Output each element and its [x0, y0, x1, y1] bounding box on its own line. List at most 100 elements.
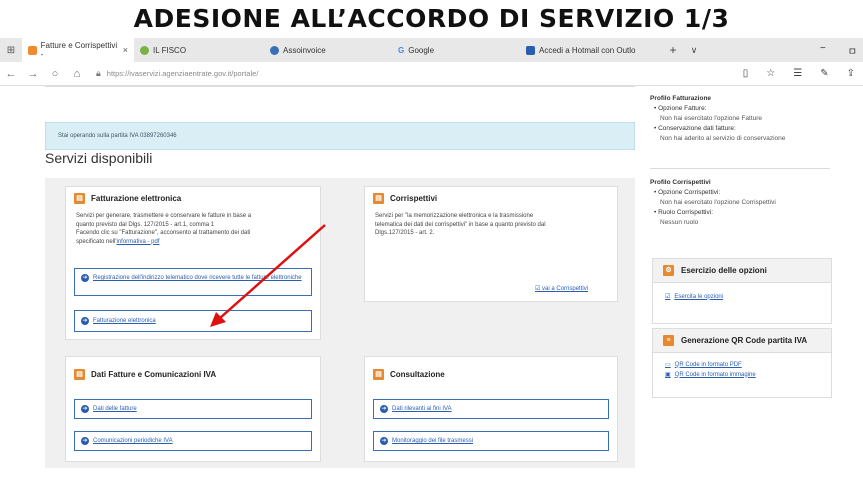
button-label: Monitoraggio dei file trasmessi [392, 438, 474, 444]
esercita-opzioni-link[interactable]: ☑ Esercita le opzioni [653, 283, 831, 301]
button-label: Dati rilevanti ai fini IVA [392, 406, 452, 412]
divider [45, 86, 635, 87]
card-description: Servizi per "la memorizzazione elettroni… [365, 204, 617, 238]
informativa-link[interactable]: informativa - pdf [117, 239, 160, 245]
favorite-star-icon[interactable]: ☆ [766, 68, 775, 79]
tab-actions-icon[interactable]: ⊞ [0, 45, 22, 56]
arrow-right-circle-icon: ➔ [380, 405, 388, 413]
pen-icon[interactable]: ✎ [820, 68, 828, 79]
qr-pdf-link[interactable]: ▭ QR Code in formato PDF [653, 353, 831, 369]
new-tab-button[interactable]: + [662, 43, 684, 57]
forward-arrow-icon[interactable]: → [22, 68, 44, 80]
tab-hotmail[interactable]: Accedi a Hotmail con Outlo [520, 38, 662, 62]
arrow-right-circle-icon: ➔ [81, 317, 89, 325]
image-icon: ▣ [665, 372, 671, 378]
text-line: telematica dei dati dei corrispettivi" i… [375, 221, 546, 228]
section-title: Servizi disponibili [45, 150, 153, 166]
address-bar-actions: ▯ ☆ ☰ ✎ ⇪ [743, 68, 863, 79]
monitoraggio-button[interactable]: ➔ Monitoraggio dei file trasmessi [373, 431, 609, 451]
arrow-right-circle-icon: ➔ [380, 437, 388, 445]
profile-item: • Opzione Corrispettivi: [654, 189, 721, 196]
arrow-right-circle-icon: ➔ [81, 437, 89, 445]
esercizio-opzioni-card: ⚙ Esercizio delle opzioni ☑ Esercita le op… [652, 258, 832, 324]
dati-fatture-button[interactable]: ➔ Dati delle fatture [74, 399, 312, 419]
tab-label: IL FISCO [153, 45, 187, 55]
qr-image-link[interactable]: ▣ QR Code in formato immagine [653, 368, 831, 379]
fatturazione-elettronica-button[interactable]: ➔ Fatturazione elettronica [74, 310, 312, 332]
card-title: Fatturazione elettronica [91, 194, 182, 203]
button-label: Registrazione dell'indirizzo telematico … [93, 275, 302, 281]
dati-rilevanti-button[interactable]: ➔ Dati rilevanti ai fini IVA [373, 399, 609, 419]
registrazione-button[interactable]: ➔ Registrazione dell'indirizzo telematic… [74, 268, 312, 296]
card-title: Esercizio delle opzioni [681, 266, 767, 275]
reading-view-icon[interactable]: ▯ [743, 68, 749, 79]
gear-icon: ⚙ [663, 265, 674, 276]
close-tab-icon[interactable]: × [123, 45, 128, 55]
maximize-button[interactable]: ㅁ [848, 43, 857, 58]
button-label: Fatturazione elettronica [93, 318, 156, 324]
tab-fatture[interactable]: Fatture e Corrispettivi - × [22, 38, 134, 62]
text-line: quanto previsto dal Dlgs. 127/2015 - art… [76, 221, 215, 228]
tab-label: Google [408, 45, 435, 55]
card-description: Servizi per generare, trasmettere e cons… [66, 204, 320, 246]
document-icon: ▤ [74, 193, 85, 204]
assoinvoice-favicon-icon [270, 45, 279, 55]
button-label: Comunicazioni periodiche IVA [93, 438, 173, 444]
qr-code-card: ≡ Generazione QR Code partita IVA ▭ QR Cod… [652, 328, 832, 398]
url-field[interactable]: 🔒︎ https://ivaservizi.agenziaentrate.gov… [96, 65, 656, 83]
item-value: Non hai esercitato l'opzione Corrispetti… [660, 199, 776, 206]
item-label: Ruolo Corrispettivi: [658, 209, 714, 216]
window-controls: − ㅁ [820, 43, 863, 58]
tab-assoinvoice[interactable]: Assoinvoice [264, 38, 392, 62]
divider [650, 168, 830, 169]
minimize-button[interactable]: − [820, 43, 826, 58]
arrow-right-circle-icon: ➔ [81, 274, 89, 282]
tab-ilfisco[interactable]: IL FISCO [134, 38, 264, 62]
text-line: Servizi per generare, trasmettere e cons… [76, 213, 252, 219]
card-title: Dati Fatture e Comunicazioni IVA [91, 370, 217, 379]
profile-item: • Opzione Fatture: [654, 105, 707, 112]
document-icon: ▤ [373, 193, 384, 204]
tab-list-chevron-icon[interactable]: ∨ [684, 45, 704, 56]
card-dati-fatture: ▤ Dati Fatture e Comunicazioni IVA ➔ Dati… [65, 356, 321, 462]
back-arrow-icon[interactable]: ← [0, 68, 22, 80]
home-icon[interactable]: ⌂ [66, 68, 88, 80]
link-label: QR Code in formato PDF [674, 361, 742, 368]
refresh-icon[interactable]: ○ [44, 68, 66, 80]
google-favicon-icon: G [398, 45, 405, 55]
link-label: vai a Corrispettivi [542, 286, 589, 292]
item-value: Nessun ruolo [660, 219, 699, 226]
text-line: Facendo clic su "Fatturazione", acconsen… [76, 230, 251, 236]
address-bar: ← → ○ ⌂ 🔒︎ https://ivaservizi.agenziaent… [0, 62, 863, 86]
lock-icon: 🔒︎ [96, 68, 101, 78]
text-line: specificato nell' [76, 238, 117, 245]
edit-icon: ☑ [665, 294, 671, 300]
item-label: Conservazione dati fatture: [658, 125, 736, 132]
card-consultazione: ▤ Consultazione ➔ Dati rilevanti ai fini … [364, 356, 618, 462]
card-title: Generazione QR Code partita IVA [681, 336, 808, 345]
text-line: Servizi per "la memorizzazione elettroni… [375, 213, 534, 219]
link-label: Esercita le opzioni [674, 293, 724, 300]
orange-favicon-icon [28, 45, 37, 55]
profile-item: • Conservazione dati fatture: [654, 125, 736, 132]
favorites-list-icon[interactable]: ☰ [793, 68, 802, 79]
profile-heading: Profilo Fatturazione [650, 95, 712, 102]
card-title: Corrispettivi [390, 194, 438, 203]
document-icon: ▤ [74, 369, 85, 380]
profile-item: • Ruolo Corrispettivi: [654, 209, 714, 216]
tab-google[interactable]: G Google [392, 38, 520, 62]
item-label: Opzione Corrispettivi: [658, 189, 721, 196]
share-icon[interactable]: ⇪ [847, 68, 855, 79]
page-content: Stai operando sulla partita IVA 03897260… [0, 86, 863, 478]
comunicazioni-iva-button[interactable]: ➔ Comunicazioni periodiche IVA [74, 431, 312, 451]
profile-heading: Profilo Corrispettivi [650, 179, 711, 186]
text-line: Dlgs.127/2015 - art. 2. [375, 230, 435, 236]
card-title: Consultazione [390, 370, 445, 379]
edit-icon: ☑ [535, 286, 543, 292]
profilo-corrispettivi: Profilo Corrispettivi • Opzione Corrispe… [650, 178, 828, 228]
slide-title: ADESIONE ALL’ACCORDO DI SERVIZIO 1/3 [133, 4, 730, 33]
item-value: Non hai aderito al servizio di conservaz… [660, 135, 786, 142]
tab-label: Accedi a Hotmail con Outlo [539, 45, 636, 55]
vai-corrispettivi-link[interactable]: ☑ vai a Corrispettivi [535, 285, 588, 292]
ilfisco-favicon-icon [140, 45, 149, 55]
